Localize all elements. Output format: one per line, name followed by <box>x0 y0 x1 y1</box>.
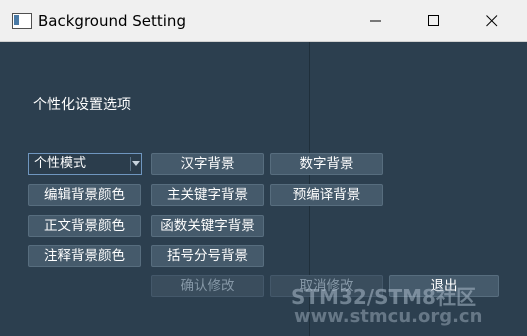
app-window-icon <box>12 13 32 29</box>
title-bar: Background Setting <box>0 0 527 42</box>
maximize-button[interactable] <box>411 0 457 41</box>
func-keyword-bg-button[interactable]: 函数关键字背景 <box>151 215 264 237</box>
editor-bg-color-button[interactable]: 编辑背景颜色 <box>28 184 141 206</box>
select-separator <box>130 157 131 171</box>
hanzi-bg-button[interactable]: 汉字背景 <box>151 153 264 175</box>
main-keyword-bg-button[interactable]: 主关键字背景 <box>151 184 264 206</box>
bracket-bg-button[interactable]: 括号分号背景 <box>151 245 264 267</box>
close-icon <box>486 14 498 26</box>
minimize-icon <box>370 20 381 21</box>
mode-select-value: 个性模式 <box>34 156 87 171</box>
chevron-down-icon[interactable] <box>132 161 140 166</box>
number-bg-button[interactable]: 数字背景 <box>270 153 383 175</box>
body-bg-color-button[interactable]: 正文背景颜色 <box>28 215 141 237</box>
precompile-bg-button[interactable]: 预编译背景 <box>270 184 383 206</box>
close-button[interactable] <box>469 0 515 41</box>
minimize-button[interactable] <box>353 0 399 41</box>
mode-select[interactable]: 个性模式 <box>28 153 142 175</box>
watermark-line2: www.stmcu.org.cn <box>294 306 483 327</box>
maximize-icon <box>428 14 439 26</box>
window-title: Background Setting <box>38 12 186 30</box>
comment-bg-color-button[interactable]: 注释背景颜色 <box>28 245 141 267</box>
confirm-button[interactable]: 确认修改 <box>151 275 264 297</box>
section-heading: 个性化设置选项 <box>33 97 131 113</box>
